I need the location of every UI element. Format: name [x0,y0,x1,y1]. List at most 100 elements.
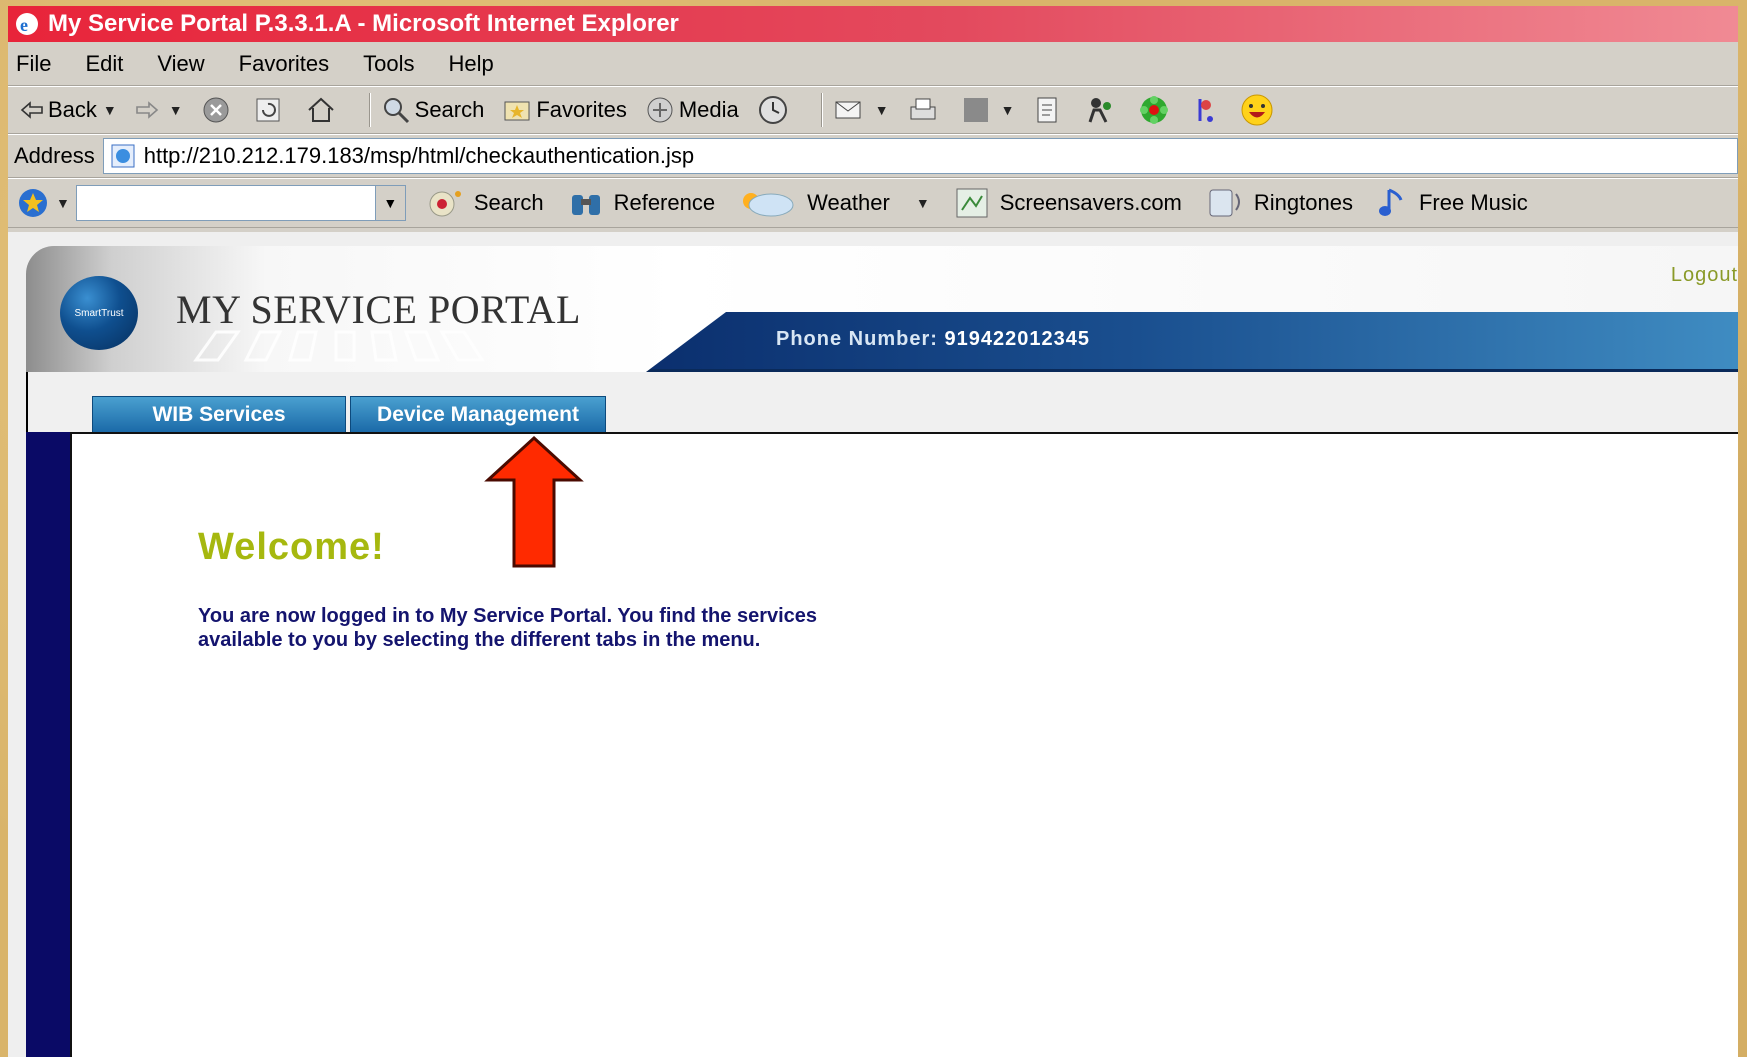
main-panel: Welcome! You are now logged in to My Ser… [70,432,1738,1057]
tab-device-management[interactable]: Device Management [350,396,606,432]
favorites-button[interactable]: Favorites [502,96,627,124]
toolbar-search-label: Search [473,190,544,215]
media-label: Media [678,97,739,122]
free-music-label: Free Music [1418,190,1528,215]
research-button[interactable] [1192,95,1222,125]
star-dropdown-icon[interactable]: ▼ [56,195,70,211]
back-button[interactable]: Back ▼ [20,97,117,123]
welcome-message: You are now logged in to My Service Port… [198,604,1098,652]
weather-link[interactable]: Weather ▼ [739,187,930,219]
weather-dropdown-icon[interactable]: ▼ [916,195,930,211]
icq-button[interactable] [1138,94,1174,126]
browser-window: e My Service Portal P.3.3.1.A - Microsof… [8,6,1738,1057]
menu-file[interactable]: File [16,51,51,77]
mail-dropdown-icon[interactable]: ▼ [875,102,889,118]
back-label: Back [48,97,97,122]
search-globe-icon [429,191,461,217]
internet-explorer-icon: e [14,11,40,37]
reference-label: Reference [613,190,716,215]
weather-label: Weather [807,190,890,215]
refresh-icon [256,98,280,122]
mail-icon [835,101,861,119]
toolbar-search-link[interactable]: Search [424,187,544,219]
home-icon [307,97,334,122]
welcome-message-line-2: available to you by selecting the differ… [198,629,761,651]
messenger-icon [1089,98,1112,123]
phone-number-band: Phone Number: 919422012345 [646,312,1738,372]
music-note-icon [1378,188,1403,216]
edit-dropdown-icon[interactable]: ▼ [1001,102,1015,118]
weather-cloud-icon [743,193,794,217]
favorites-icon [504,101,530,121]
menu-favorites[interactable]: Favorites [239,51,329,77]
annotation-up-arrow-icon [484,435,584,568]
address-url: http://210.212.179.183/msp/html/checkaut… [143,143,695,168]
search-label: Search [414,97,485,122]
page-icon [111,144,135,168]
reference-link[interactable]: Reference [568,187,716,219]
page-content: SmartTrust MY SERVICE PORTAL Logout Phon… [8,232,1738,1057]
screensavers-link[interactable]: Screensavers.com [954,186,1182,220]
menu-help[interactable]: Help [449,51,494,77]
stop-icon [203,97,229,123]
discuss-button[interactable] [1032,95,1066,125]
star-icon[interactable] [16,187,50,219]
forward-button[interactable]: ▼ [135,100,183,120]
welcome-heading: Welcome! [198,526,385,568]
ringtones-phone-icon [1209,189,1240,217]
home-button[interactable] [305,95,341,125]
back-dropdown-icon[interactable]: ▼ [103,102,117,118]
binoculars-icon [571,195,600,215]
menu-edit[interactable]: Edit [85,51,123,77]
logout-link[interactable]: Logout [1671,264,1738,287]
welcome-message-line-1: You are now logged in to My Service Port… [198,605,818,627]
refresh-button[interactable] [253,95,287,125]
service-portal: SmartTrust MY SERVICE PORTAL Logout Phon… [26,246,1738,1057]
history-icon [758,96,787,124]
back-arrow-icon [20,101,43,119]
phone-label: Phone Number: [776,328,938,350]
standard-toolbar: Back ▼ ▼ Search Favorites Media ▼ ▼ [8,86,1738,134]
stop-button[interactable] [201,95,235,125]
toolbar-separator [820,93,823,127]
svg-text:e: e [20,15,28,35]
edit-button[interactable]: ▼ [961,95,1015,125]
toolbar-search-combo[interactable]: ▼ [75,185,406,221]
search-button[interactable]: Search [381,95,485,125]
forward-arrow-icon [135,101,158,119]
header-stripes-decoration [193,330,485,362]
research-icon [1198,99,1214,122]
phone-info: Phone Number: 919422012345 [776,328,1090,351]
tab-row: WIB Services Device Management [26,372,1738,432]
free-music-link[interactable]: Free Music [1377,186,1528,220]
address-input[interactable]: http://210.212.179.183/msp/html/checkaut… [102,138,1738,174]
combo-dropdown-icon[interactable]: ▼ [374,186,405,220]
print-button[interactable] [907,95,943,125]
window-title: My Service Portal P.3.3.1.A - Microsoft … [48,10,679,37]
icq-flower-icon [1140,96,1169,124]
address-bar: Address http://210.212.179.183/msp/html/… [8,134,1738,178]
phone-number: 919422012345 [944,328,1090,350]
favorites-label: Favorites [536,97,627,122]
menu-tools[interactable]: Tools [363,51,414,77]
smiley-button[interactable] [1240,93,1278,127]
toolbar-separator [368,93,371,127]
links-toolbar: ▼ ▼ Search Reference Weather ▼ Screensav… [8,178,1738,228]
mail-button[interactable]: ▼ [833,96,889,124]
media-icon [647,97,673,123]
print-icon [910,98,936,120]
history-button[interactable] [757,94,793,126]
discuss-icon [1037,97,1057,123]
menu-bar: File Edit View Favorites Tools Help [8,42,1738,86]
smiley-icon [1241,94,1273,126]
menu-view[interactable]: View [157,51,204,77]
messenger-button[interactable] [1084,94,1120,126]
tab-wib-services[interactable]: WIB Services [92,396,346,432]
search-icon [383,98,409,124]
ringtones-link[interactable]: Ringtones [1206,186,1353,220]
media-button[interactable]: Media [645,95,739,125]
portal-title: MY SERVICE PORTAL [176,287,581,332]
left-nav-bar [26,432,70,1057]
ringtones-label: Ringtones [1253,190,1353,215]
forward-dropdown-icon[interactable]: ▼ [169,102,183,118]
